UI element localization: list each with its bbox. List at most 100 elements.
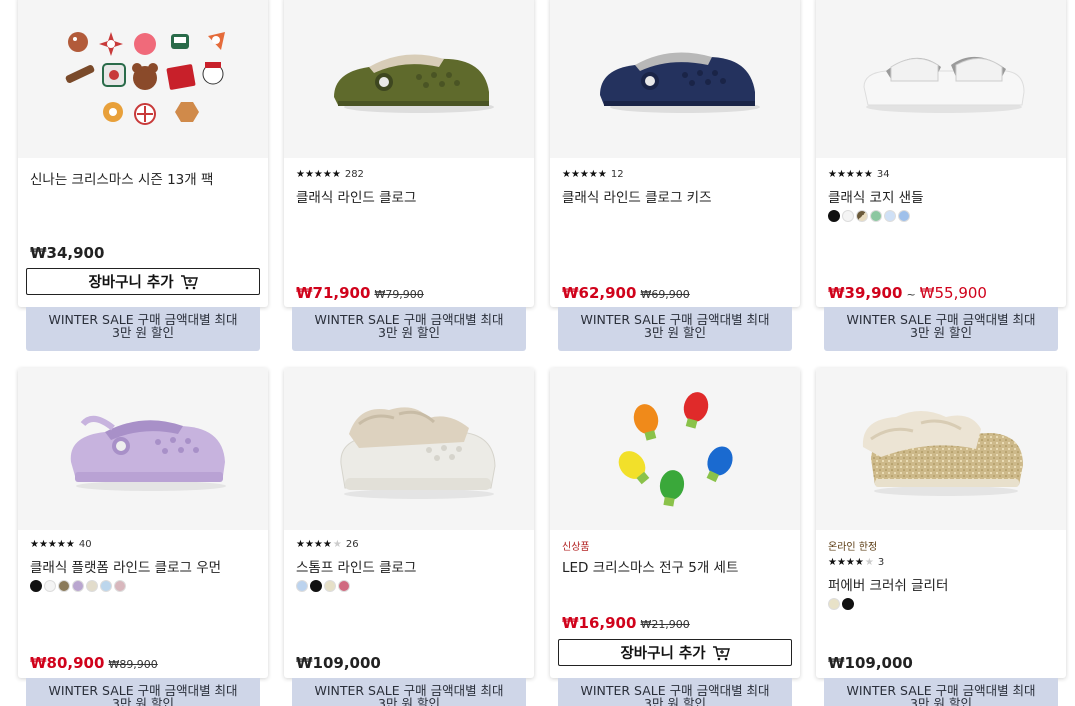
current-price: ₩62,900 [562,284,637,302]
star-rating-icon: ★★★★★ [296,538,342,550]
product-card[interactable]: ★★★★ ★ 26 스톰프 라인드 클로그 ₩109,000 [284,368,534,678]
add-to-cart-button[interactable]: 장바구니 추가 [26,268,260,295]
current-price: ₩109,000 [828,654,913,672]
promo-banner[interactable]: WINTER SALE 구매 금액대별 최대 3만 원 할인 [824,307,1058,351]
promo-banner[interactable]: WINTER SALE 구매 금액대별 최대 3만 원 할인 [292,307,526,351]
promo-banner[interactable]: WINTER SALE 구매 금액대별 최대 3만 원 할인 [292,678,526,706]
color-swatch[interactable] [842,598,854,610]
color-swatch[interactable] [44,580,56,592]
color-swatches [296,580,350,592]
product-price: ₩71,900 ₩79,900 [296,284,424,302]
white-sandal-image [863,56,1025,113]
max-price: ₩55,900 [919,284,987,302]
product-price: ₩16,900 ₩21,900 [562,614,690,632]
product-title[interactable]: 클래식 코지 샌들 [828,186,1056,206]
product-price: ₩39,900 ~ ₩55,900 [828,284,987,302]
color-swatch[interactable] [72,580,84,592]
current-price: ₩34,900 [30,244,105,262]
original-price: ₩79,900 [374,288,424,301]
new-badge: 신상품 [562,542,590,553]
rating-count: 40 [78,539,92,550]
product-image[interactable] [550,0,800,158]
color-swatch[interactable] [114,580,126,592]
promo-banner[interactable]: WINTER SALE 구매 금액대별 최대 3만 원 할인 [824,678,1058,706]
star-rating-icon: ★★★★★ [30,538,75,550]
olive-clog-image [334,54,494,113]
star-rating-icon: ★★★★★ [562,168,607,180]
product-rating: ★★★★ ★ 3 [828,557,884,568]
product-image[interactable] [284,368,534,530]
color-swatch[interactable] [870,210,882,222]
product-rating: ★★★★★ 12 [562,169,624,180]
product-card[interactable]: ★★★★★ 40 클래식 플랫폼 라인드 클로그 우먼 ₩80,900 ₩89,… [18,368,268,678]
star-rating-icon: ★★★★★ [828,556,874,568]
product-rating: ★★★★★ 40 [30,539,92,550]
product-card[interactable]: ★★★★★ 12 클래식 라인드 클로그 키즈 ₩62,900 ₩69,900 [550,0,800,307]
color-swatch[interactable] [856,210,868,222]
rating-count: 12 [610,169,624,180]
product-image[interactable] [284,0,534,158]
product-price: ₩62,900 ₩69,900 [562,284,690,302]
product-price: ₩109,000 [296,654,381,672]
product-image[interactable] [816,368,1066,530]
product-rating: ★★★★★ 282 [296,169,364,180]
product-title[interactable]: 클래식 플랫폼 라인드 클로그 우먼 [30,556,258,576]
cart-icon [180,274,198,289]
product-card[interactable]: ★★★★★ 282 클래식 라인드 클로그 ₩71,900 ₩79,900 [284,0,534,307]
product-card[interactable]: 신상품 LED 크리스마스 전구 5개 세트 ₩16,900 ₩21,900 장… [550,368,800,678]
product-card[interactable]: ★★★★★ 34 클래식 코지 샌들 ₩39,900 ~ ₩55,900 [816,0,1066,307]
product-title[interactable]: 퍼에버 크러쉬 글리터 [828,574,1056,594]
product-title[interactable]: 신나는 크리스마스 시즌 13개 팩 [30,168,258,188]
color-swatch[interactable] [296,580,308,592]
christmas-charms-image [65,32,225,125]
lavender-clog-image [70,415,226,491]
rating-count: 26 [345,539,359,550]
product-card[interactable]: 신나는 크리스마스 시즌 13개 팩 ₩34,900 장바구니 추가 [18,0,268,307]
navy-clog-image [600,52,760,113]
star-rating-icon: ★★★★★ [296,168,341,180]
color-swatch[interactable] [338,580,350,592]
promo-banner[interactable]: WINTER SALE 구매 금액대별 최대 3만 원 할인 [26,678,260,706]
product-price: ₩109,000 [828,654,913,672]
promo-banner[interactable]: WINTER SALE 구매 금액대별 최대 3만 원 할인 [26,307,260,351]
add-to-cart-button[interactable]: 장바구니 추가 [558,639,792,666]
product-rating: ★★★★★ 34 [828,169,890,180]
product-image[interactable] [18,368,268,530]
original-price: ₩21,900 [640,618,690,631]
promo-banner[interactable]: WINTER SALE 구매 금액대별 최대 3만 원 할인 [558,678,792,706]
color-swatch[interactable] [884,210,896,222]
original-price: ₩89,900 [108,658,158,671]
color-swatch[interactable] [86,580,98,592]
color-swatch[interactable] [828,598,840,610]
color-swatches [828,210,910,222]
rating-count: 34 [876,169,890,180]
product-title[interactable]: 스톰프 라인드 클로그 [296,556,524,576]
color-swatches [828,598,854,610]
color-swatch[interactable] [58,580,70,592]
product-title[interactable]: 클래식 라인드 클로그 [296,186,524,206]
product-image[interactable] [18,0,268,158]
color-swatch[interactable] [898,210,910,222]
product-image[interactable] [816,0,1066,158]
online-only-badge: 온라인 한정 [828,542,878,553]
color-swatch[interactable] [324,580,336,592]
product-image[interactable] [550,368,800,530]
color-swatch[interactable] [842,210,854,222]
color-swatch[interactable] [30,580,42,592]
current-price: ₩16,900 [562,614,637,632]
color-swatch[interactable] [828,210,840,222]
promo-banner[interactable]: WINTER SALE 구매 금액대별 최대 3만 원 할인 [558,307,792,351]
product-rating: ★★★★ ★ 26 [296,539,359,550]
current-price: ₩109,000 [296,654,381,672]
product-card[interactable]: 온라인 한정 ★★★★ ★ 3 퍼에버 크러쉬 글리터 ₩109,000 [816,368,1066,678]
star-rating-icon: ★★★★★ [828,168,873,180]
current-price: ₩80,900 [30,654,105,672]
rating-count: 3 [877,557,885,568]
stomp-clog-image [340,407,496,499]
product-title[interactable]: LED 크리스마스 전구 5개 세트 [562,556,790,576]
add-to-cart-label: 장바구니 추가 [620,646,706,662]
product-title[interactable]: 클래식 라인드 클로그 키즈 [562,186,790,206]
color-swatches [30,580,126,592]
color-swatch[interactable] [100,580,112,592]
color-swatch[interactable] [310,580,322,592]
